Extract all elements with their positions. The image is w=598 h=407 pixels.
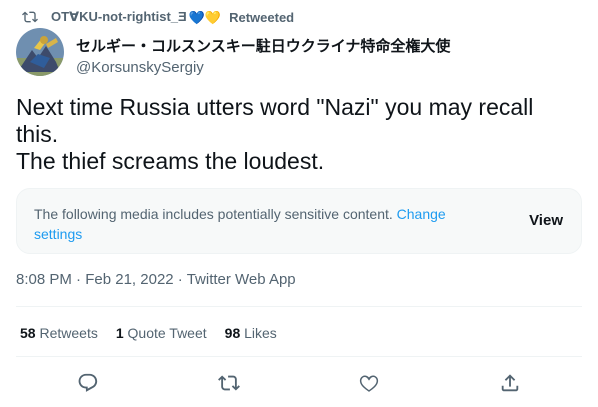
warning-text: The following media includes potentially… bbox=[34, 206, 393, 222]
retweeted-by-bar: OT∀KU-not-rightist_Ǝ 💙 💛 Retweeted bbox=[22, 8, 294, 26]
tweet-stats: 58 Retweets 1 Quote Tweet 98 Likes bbox=[20, 325, 295, 341]
share-icon[interactable] bbox=[499, 372, 521, 394]
blue-heart-emoji: 💙 bbox=[188, 9, 205, 25]
divider bbox=[16, 356, 582, 357]
avatar-image bbox=[16, 28, 64, 76]
meta-separator: · bbox=[177, 271, 183, 288]
tweet-line: The thief screams the loudest. bbox=[16, 148, 325, 174]
tweet-date[interactable]: Feb 21, 2022 bbox=[85, 271, 173, 288]
tweet-meta: 8:08 PM · Feb 21, 2022 · Twitter Web App bbox=[16, 271, 296, 288]
likes-stat[interactable]: 98 Likes bbox=[225, 325, 277, 341]
warning-message: The following media includes potentially… bbox=[34, 204, 484, 244]
tweet-author: セルギー・コルスンスキー駐日ウクライナ特命全権大使 @KorsunskySerg… bbox=[16, 28, 450, 76]
tweet-actions bbox=[0, 368, 598, 400]
retweeted-label: Retweeted bbox=[229, 9, 295, 25]
tweet-source[interactable]: Twitter Web App bbox=[187, 271, 296, 288]
tweet-line: Next time Russia utters word "Nazi" you … bbox=[16, 94, 534, 120]
author-handle[interactable]: @KorsunskySergiy bbox=[76, 59, 450, 76]
author-display-name[interactable]: セルギー・コルスンスキー駐日ウクライナ特命全権大使 bbox=[76, 35, 450, 56]
tweet-line: this. bbox=[16, 121, 59, 147]
like-icon[interactable] bbox=[358, 372, 380, 394]
retweet-icon[interactable] bbox=[218, 372, 240, 394]
view-button[interactable]: View bbox=[529, 212, 563, 229]
tweet-time[interactable]: 8:08 PM bbox=[16, 271, 72, 288]
reply-icon[interactable] bbox=[77, 372, 99, 394]
tweet-text: Next time Russia utters word "Nazi" you … bbox=[16, 94, 582, 175]
retweeter-name[interactable]: OT∀KU-not-rightist_Ǝ bbox=[51, 9, 187, 25]
divider bbox=[16, 306, 582, 307]
sensitive-media-warning: The following media includes potentially… bbox=[16, 188, 582, 254]
quote-tweets-stat[interactable]: 1 Quote Tweet bbox=[116, 325, 207, 341]
retweet-icon bbox=[22, 11, 38, 23]
yellow-heart-emoji: 💛 bbox=[204, 9, 222, 25]
avatar[interactable] bbox=[16, 28, 64, 76]
retweets-stat[interactable]: 58 Retweets bbox=[20, 325, 98, 341]
meta-separator: · bbox=[76, 271, 82, 288]
